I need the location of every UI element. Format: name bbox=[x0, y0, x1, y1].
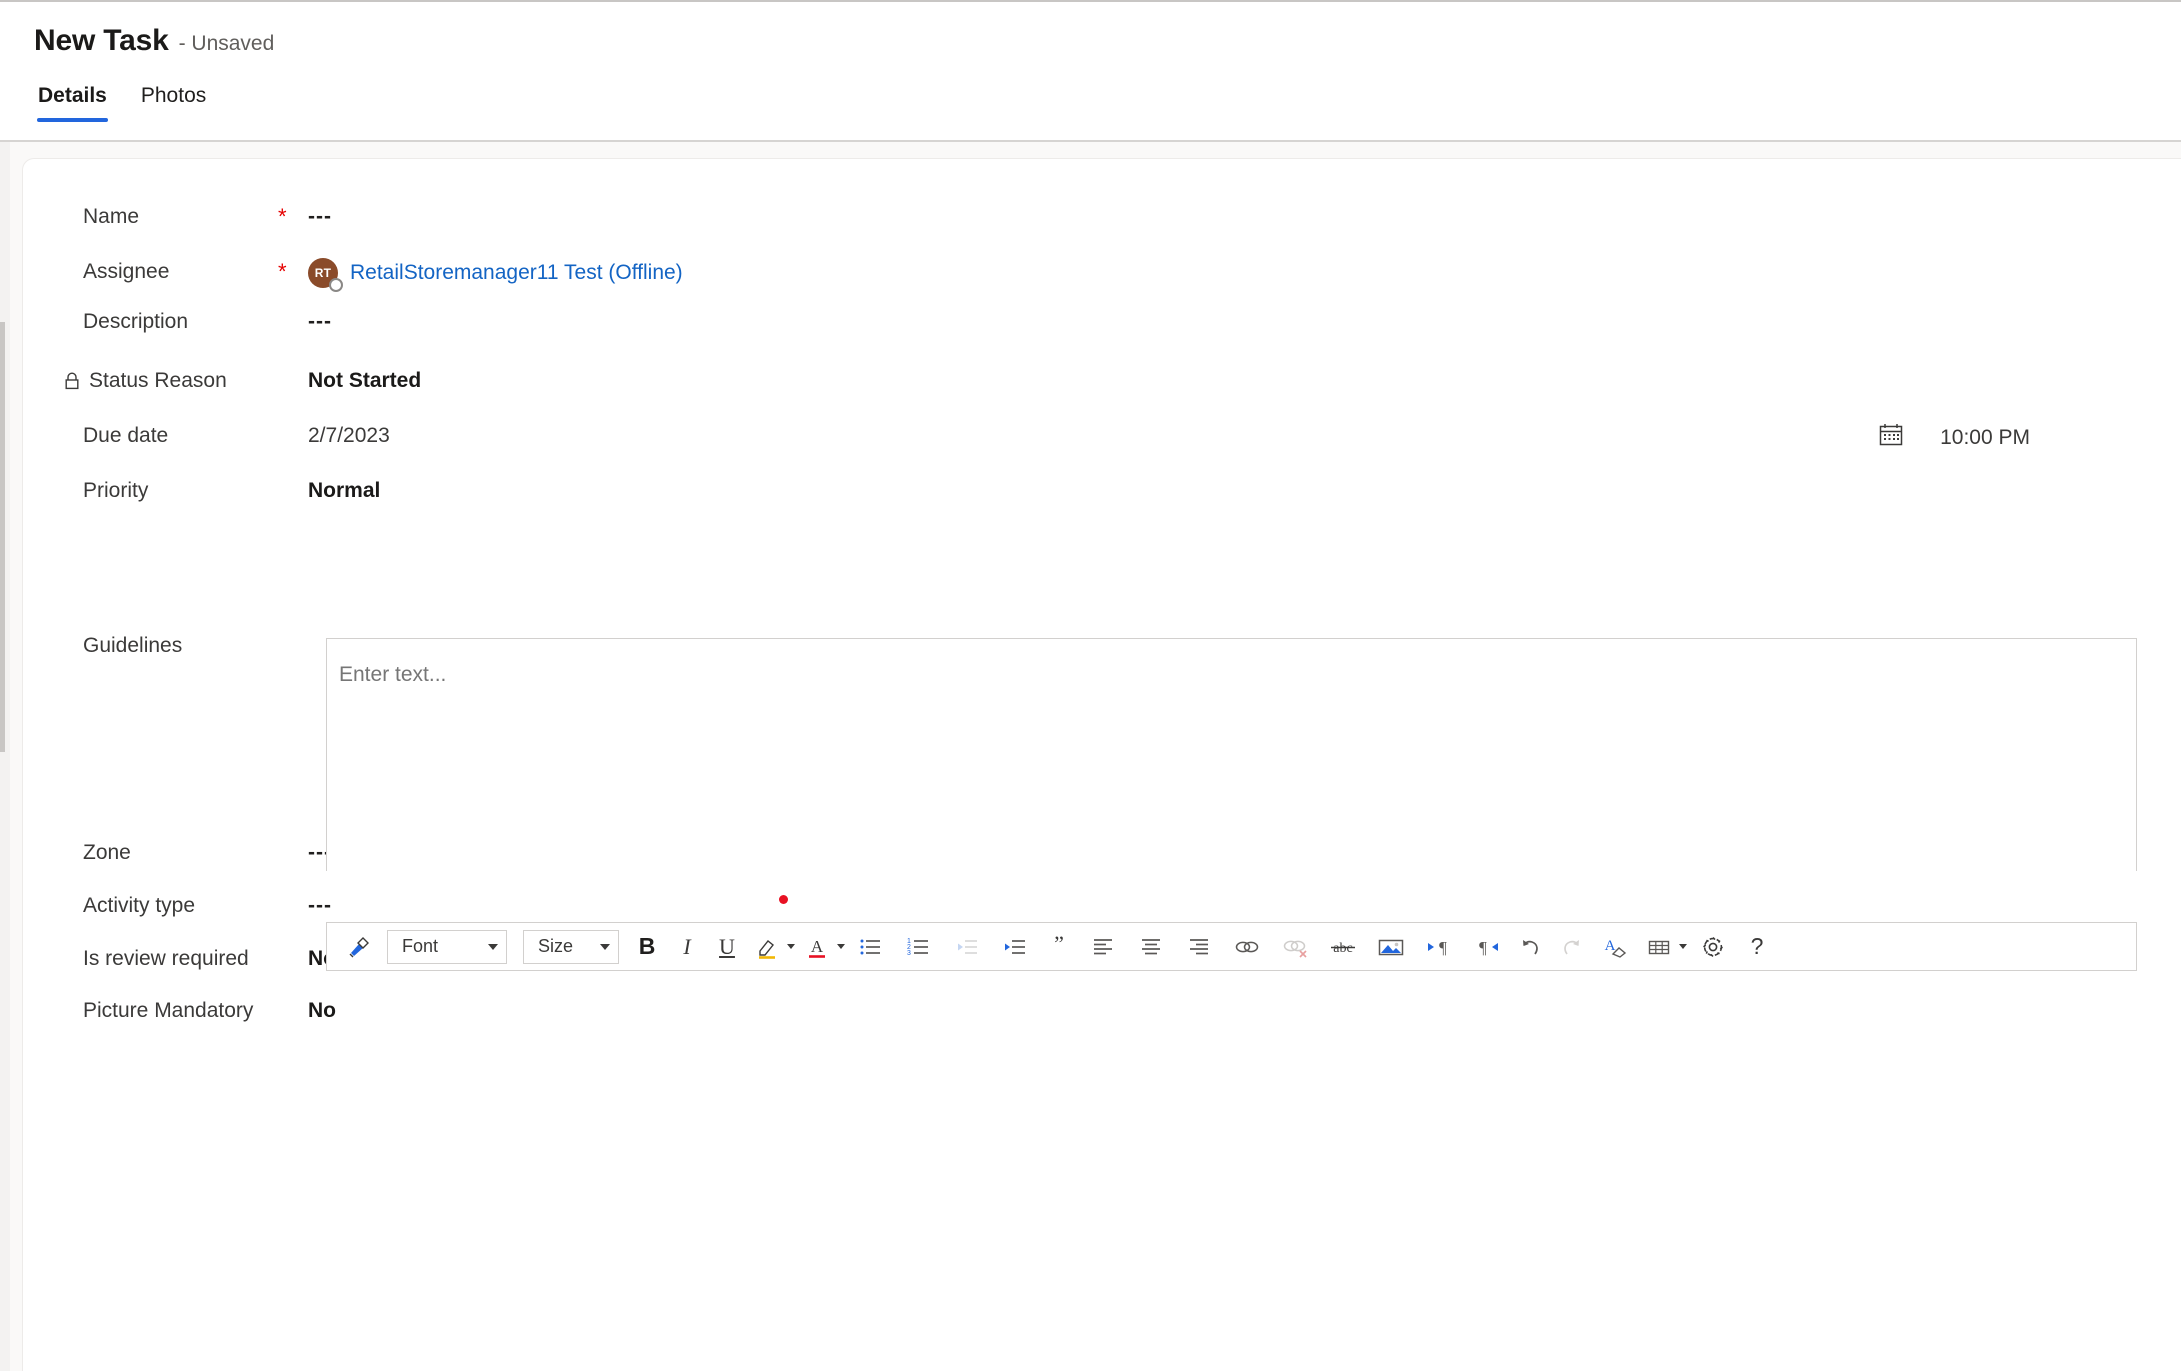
svg-text:A: A bbox=[811, 937, 824, 956]
field-value-priority[interactable]: Normal bbox=[308, 477, 2160, 505]
field-label-picture-mandatory: Picture Mandatory bbox=[83, 999, 254, 1022]
svg-text:abc: abc bbox=[1333, 941, 1352, 956]
right-to-left-icon[interactable]: ¶ bbox=[1465, 930, 1509, 964]
field-row-name: Name * --- bbox=[23, 203, 2160, 231]
vertical-scrollbar[interactable] bbox=[0, 142, 10, 1371]
highlight-color-group[interactable] bbox=[749, 930, 795, 964]
field-label-name: Name bbox=[83, 205, 140, 228]
guidelines-editor-placeholder: Enter text... bbox=[339, 663, 447, 686]
settings-gear-icon[interactable] bbox=[1691, 930, 1735, 964]
insert-image-icon[interactable] bbox=[1369, 930, 1413, 964]
field-label-activity-type: Activity type bbox=[83, 894, 196, 917]
field-value-description[interactable]: --- bbox=[308, 308, 2160, 336]
bulleted-list-icon[interactable] bbox=[849, 930, 893, 964]
field-row-status-reason: Status Reason Not Started bbox=[23, 367, 2160, 395]
underline-icon[interactable]: U bbox=[709, 930, 745, 964]
field-value-picture-mandatory[interactable]: No bbox=[308, 997, 2160, 1025]
field-value-activity-type[interactable]: --- bbox=[308, 892, 2160, 920]
svg-text:?: ? bbox=[1751, 933, 1764, 959]
increase-indent-icon[interactable] bbox=[993, 930, 1037, 964]
chevron-down-icon-highlight bbox=[787, 944, 795, 949]
undo-icon[interactable] bbox=[1513, 930, 1549, 964]
assignee-chip[interactable]: RT RetailStoremanager11 Test (Offline) bbox=[308, 258, 2160, 292]
chevron-down-icon-font bbox=[488, 943, 498, 950]
blockquote-icon[interactable]: ” bbox=[1041, 930, 1077, 964]
italic-icon[interactable]: I bbox=[669, 930, 705, 964]
due-time-value[interactable]: 10:00 PM bbox=[1940, 426, 2030, 450]
field-row-description: Description --- bbox=[23, 308, 2160, 336]
redo-icon[interactable] bbox=[1553, 930, 1589, 964]
svg-text:¶: ¶ bbox=[1439, 938, 1447, 957]
field-label-status-reason: Status Reason bbox=[23, 367, 278, 395]
page-title: New Task - Unsaved bbox=[34, 24, 274, 58]
field-row-due-date: Due date 2/7/2023 10:00 PM bbox=[23, 422, 2160, 450]
highlight-color-icon[interactable] bbox=[749, 930, 785, 964]
field-value-status-reason: Not Started bbox=[308, 369, 422, 392]
insert-table-group[interactable] bbox=[1641, 930, 1687, 964]
font-family-dropdown[interactable]: Font bbox=[387, 929, 507, 964]
strikethrough-icon[interactable]: abc bbox=[1321, 930, 1365, 964]
remove-link-icon[interactable] bbox=[1273, 930, 1317, 964]
field-value-name[interactable]: --- bbox=[308, 203, 2160, 231]
editor-toolbar: Font Size B I U A 1 2 3 ” abc ¶ ¶ A ? bbox=[326, 922, 2137, 971]
field-value-assignee: RT RetailStoremanager11 Test (Offline) bbox=[308, 258, 2160, 292]
insert-link-icon[interactable] bbox=[1225, 930, 1269, 964]
svg-text:3: 3 bbox=[907, 950, 911, 957]
numbered-list-icon[interactable]: 123 bbox=[897, 930, 941, 964]
avatar: RT bbox=[308, 258, 343, 292]
svg-text:¶: ¶ bbox=[1479, 938, 1487, 957]
align-center-icon[interactable] bbox=[1129, 930, 1173, 964]
chevron-down-icon-font-color bbox=[837, 944, 845, 949]
calendar-icon[interactable] bbox=[1878, 422, 1904, 453]
field-label-is-review-required: Is review required bbox=[83, 947, 249, 970]
font-size-label: Size bbox=[538, 936, 574, 956]
tab-details[interactable]: Details bbox=[34, 84, 111, 122]
lock-icon bbox=[63, 371, 81, 391]
chevron-down-icon-table bbox=[1679, 944, 1687, 949]
page-title-status: - Unsaved bbox=[178, 32, 275, 55]
help-icon[interactable]: ? bbox=[1739, 930, 1775, 964]
font-family-label: Font bbox=[402, 936, 439, 956]
field-label-priority: Priority bbox=[83, 479, 149, 502]
page-title-main: New Task bbox=[34, 24, 169, 57]
field-row-activity-type: Activity type --- bbox=[23, 892, 2160, 920]
guidelines-editor[interactable]: Enter text... bbox=[326, 638, 2137, 904]
chevron-down-icon-size bbox=[600, 943, 610, 950]
scrollbar-thumb[interactable] bbox=[0, 322, 5, 752]
font-color-group[interactable]: A bbox=[799, 930, 845, 964]
svg-text:”: ” bbox=[1054, 934, 1064, 956]
align-left-icon[interactable] bbox=[1081, 930, 1125, 964]
tab-photos[interactable]: Photos bbox=[137, 84, 210, 122]
font-size-dropdown[interactable]: Size bbox=[523, 929, 619, 964]
field-label-description: Description bbox=[83, 310, 189, 333]
left-to-right-icon[interactable]: ¶ bbox=[1417, 930, 1461, 964]
field-row-priority: Priority Normal bbox=[23, 477, 2160, 505]
font-color-icon[interactable]: A bbox=[799, 930, 835, 964]
page-header: New Task - Unsaved Details Photos bbox=[0, 2, 2181, 142]
svg-text:A: A bbox=[1605, 938, 1616, 954]
presence-offline-icon bbox=[329, 278, 343, 292]
format-painter-icon[interactable] bbox=[341, 930, 377, 964]
align-right-icon[interactable] bbox=[1177, 930, 1221, 964]
field-label-status-reason-text: Status Reason bbox=[89, 369, 227, 392]
field-label-assignee: Assignee bbox=[83, 260, 170, 283]
editor-marker-dot bbox=[779, 895, 788, 904]
assignee-link[interactable]: RetailStoremanager11 Test (Offline) bbox=[350, 259, 683, 287]
decrease-indent-icon[interactable] bbox=[945, 930, 989, 964]
required-indicator-name: * bbox=[278, 204, 287, 229]
field-label-zone: Zone bbox=[83, 841, 131, 864]
field-row-assignee: Assignee * RT RetailStoremanager11 Test … bbox=[23, 258, 2160, 292]
tab-strip: Details Photos bbox=[34, 84, 210, 122]
field-label-guidelines: Guidelines bbox=[83, 634, 183, 657]
field-row-picture-mandatory: Picture Mandatory No bbox=[23, 997, 2160, 1025]
clear-formatting-icon[interactable]: A bbox=[1593, 930, 1637, 964]
required-indicator-assignee: * bbox=[278, 259, 287, 284]
due-date-time-group: 10:00 PM bbox=[1878, 422, 2030, 453]
bold-icon[interactable]: B bbox=[629, 930, 665, 964]
field-label-due-date: Due date bbox=[83, 424, 169, 447]
insert-table-icon[interactable] bbox=[1641, 930, 1677, 964]
